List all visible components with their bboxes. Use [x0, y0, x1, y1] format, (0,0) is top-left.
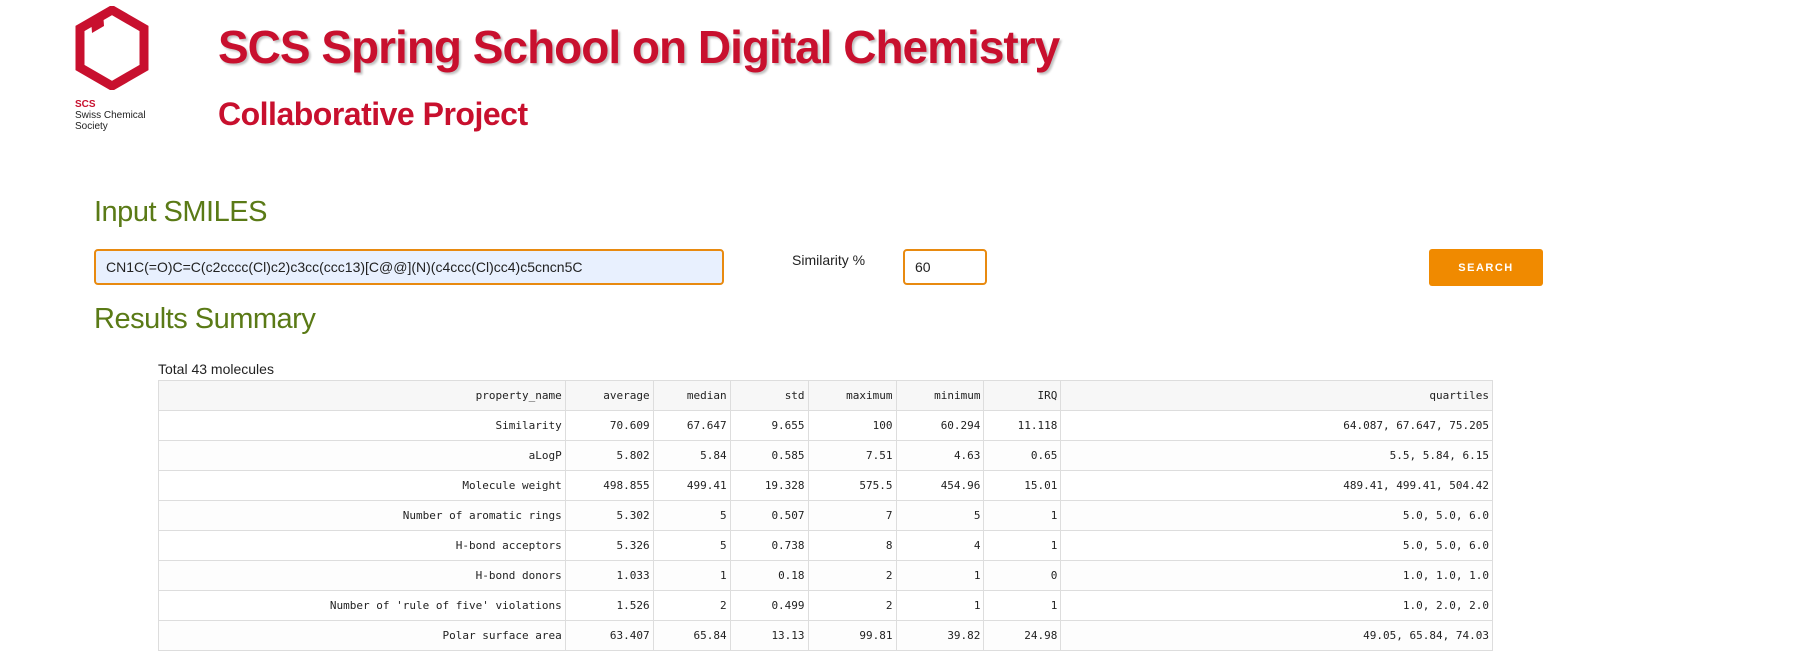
column-header: maximum	[807, 380, 897, 411]
table-cell: Molecule weight	[158, 470, 566, 501]
table-cell: 0.585	[729, 440, 809, 471]
column-header: property_name	[158, 380, 566, 411]
table-cell: 99.81	[807, 620, 897, 651]
table-cell: 7	[807, 500, 897, 531]
total-molecules-text: Total 43 molecules	[158, 361, 274, 377]
logo-line-2: Society	[75, 121, 108, 132]
table-header-row: property_name average median std maximum…	[158, 380, 1493, 411]
table-cell: 70.609	[564, 410, 654, 441]
table-cell: 0.65	[983, 440, 1062, 471]
table-cell: 65.84	[652, 620, 731, 651]
scs-logo: SCS Swiss Chemical Society	[75, 6, 160, 132]
table-cell: H-bond donors	[158, 560, 566, 591]
table-row: H-bond donors 1.033 1 0.18 2 1 0 1.0, 1.0, 1.0	[158, 560, 1493, 591]
table-row: Molecule weight 498.855 499.41 19.328 575.5 4…	[158, 470, 1493, 501]
table-row: Polar surface area 63.407 65.84 13.13 99.81 3…	[158, 620, 1493, 651]
table-cell: H-bond acceptors	[158, 530, 566, 561]
similarity-input[interactable]	[903, 249, 987, 285]
table-cell: 1.033	[564, 560, 654, 591]
scs-hexagon-icon	[75, 6, 149, 90]
table-cell: 1.0, 2.0, 2.0	[1060, 590, 1493, 621]
table-cell: 2	[807, 560, 897, 591]
table-cell: 1	[895, 590, 985, 621]
table-cell: Similarity	[158, 410, 566, 441]
logo-text: SCS Swiss Chemical Society	[75, 99, 160, 132]
column-header: IRQ	[983, 380, 1062, 411]
table-cell: 454.96	[895, 470, 985, 501]
table-cell: 15.01	[983, 470, 1062, 501]
table-cell: 1	[895, 560, 985, 591]
table-cell: Number of aromatic rings	[158, 500, 566, 531]
table-cell: 0.738	[729, 530, 809, 561]
table-cell: 9.655	[729, 410, 809, 441]
page-title: SCS Spring School on Digital Chemistry	[218, 21, 1060, 73]
table-cell: 5	[895, 500, 985, 531]
table-cell: 60.294	[895, 410, 985, 441]
table-cell: 8	[807, 530, 897, 561]
table-row: aLogP 5.802 5.84 0.585 7.51 4.63 0.65 5.5, 5.84…	[158, 440, 1493, 471]
table-cell: aLogP	[158, 440, 566, 471]
table-cell: 1.0, 1.0, 1.0	[1060, 560, 1493, 591]
table-cell: 13.13	[729, 620, 809, 651]
table-cell: 5.326	[564, 530, 654, 561]
table-cell: 24.98	[983, 620, 1062, 651]
column-header: minimum	[895, 380, 985, 411]
table-cell: 498.855	[564, 470, 654, 501]
search-button[interactable]: SEARCH	[1429, 249, 1543, 286]
column-header: average	[564, 380, 654, 411]
results-table: property_name average median std maximum…	[158, 380, 1493, 651]
input-smiles-heading: Input SMILES	[94, 196, 267, 228]
table-cell: Polar surface area	[158, 620, 566, 651]
table-cell: 1.526	[564, 590, 654, 621]
table-cell: 7.51	[807, 440, 897, 471]
column-header: median	[652, 380, 731, 411]
table-cell: 5	[652, 500, 731, 531]
table-cell: 0	[983, 560, 1062, 591]
table-body: Similarity 70.609 67.647 9.655 100 60.294 11.1…	[158, 410, 1493, 651]
table-row: Similarity 70.609 67.647 9.655 100 60.294 11.1…	[158, 410, 1493, 441]
table-cell: 4	[895, 530, 985, 561]
table-cell: 67.647	[652, 410, 731, 441]
table-cell: 5.5, 5.84, 6.15	[1060, 440, 1493, 471]
table-cell: 11.118	[983, 410, 1062, 441]
table-cell: 1	[983, 530, 1062, 561]
table-cell: 100	[807, 410, 897, 441]
table-row: H-bond acceptors 5.326 5 0.738 8 4 1 5.0, 5.0, …	[158, 530, 1493, 561]
table-cell: 1	[652, 560, 731, 591]
page-subtitle: Collaborative Project	[218, 96, 528, 132]
table-cell: 39.82	[895, 620, 985, 651]
table-cell: 64.087, 67.647, 75.205	[1060, 410, 1493, 441]
column-header: quartiles	[1060, 380, 1493, 411]
table-cell: 63.407	[564, 620, 654, 651]
smiles-input[interactable]	[94, 249, 724, 285]
results-summary-heading: Results Summary	[94, 303, 316, 335]
table-cell: 575.5	[807, 470, 897, 501]
table-cell: 0.18	[729, 560, 809, 591]
table-cell: 5.84	[652, 440, 731, 471]
table-cell: 5.0, 5.0, 6.0	[1060, 530, 1493, 561]
logo-abbr: SCS	[75, 99, 96, 110]
table-cell: 499.41	[652, 470, 731, 501]
table-cell: 0.499	[729, 590, 809, 621]
table-cell: 2	[807, 590, 897, 621]
table-cell: 2	[652, 590, 731, 621]
table-cell: 489.41, 499.41, 504.42	[1060, 470, 1493, 501]
table-cell: 4.63	[895, 440, 985, 471]
table-row: Number of aromatic rings 5.302 5 0.507 7 5 1 5.…	[158, 500, 1493, 531]
column-header: std	[729, 380, 809, 411]
table-cell: 1	[983, 590, 1062, 621]
table-cell: 5.0, 5.0, 6.0	[1060, 500, 1493, 531]
table-cell: 5	[652, 530, 731, 561]
table-cell: Number of 'rule of five' violations	[158, 590, 566, 621]
table-cell: 5.302	[564, 500, 654, 531]
table-cell: 1	[983, 500, 1062, 531]
logo-line-1: Swiss Chemical	[75, 110, 146, 121]
table-cell: 5.802	[564, 440, 654, 471]
table-cell: 49.05, 65.84, 74.03	[1060, 620, 1493, 651]
similarity-label: Similarity %	[792, 252, 866, 268]
table-row: Number of 'rule of five' violations 1.526…	[158, 590, 1493, 621]
table-cell: 0.507	[729, 500, 809, 531]
table-cell: 19.328	[729, 470, 809, 501]
